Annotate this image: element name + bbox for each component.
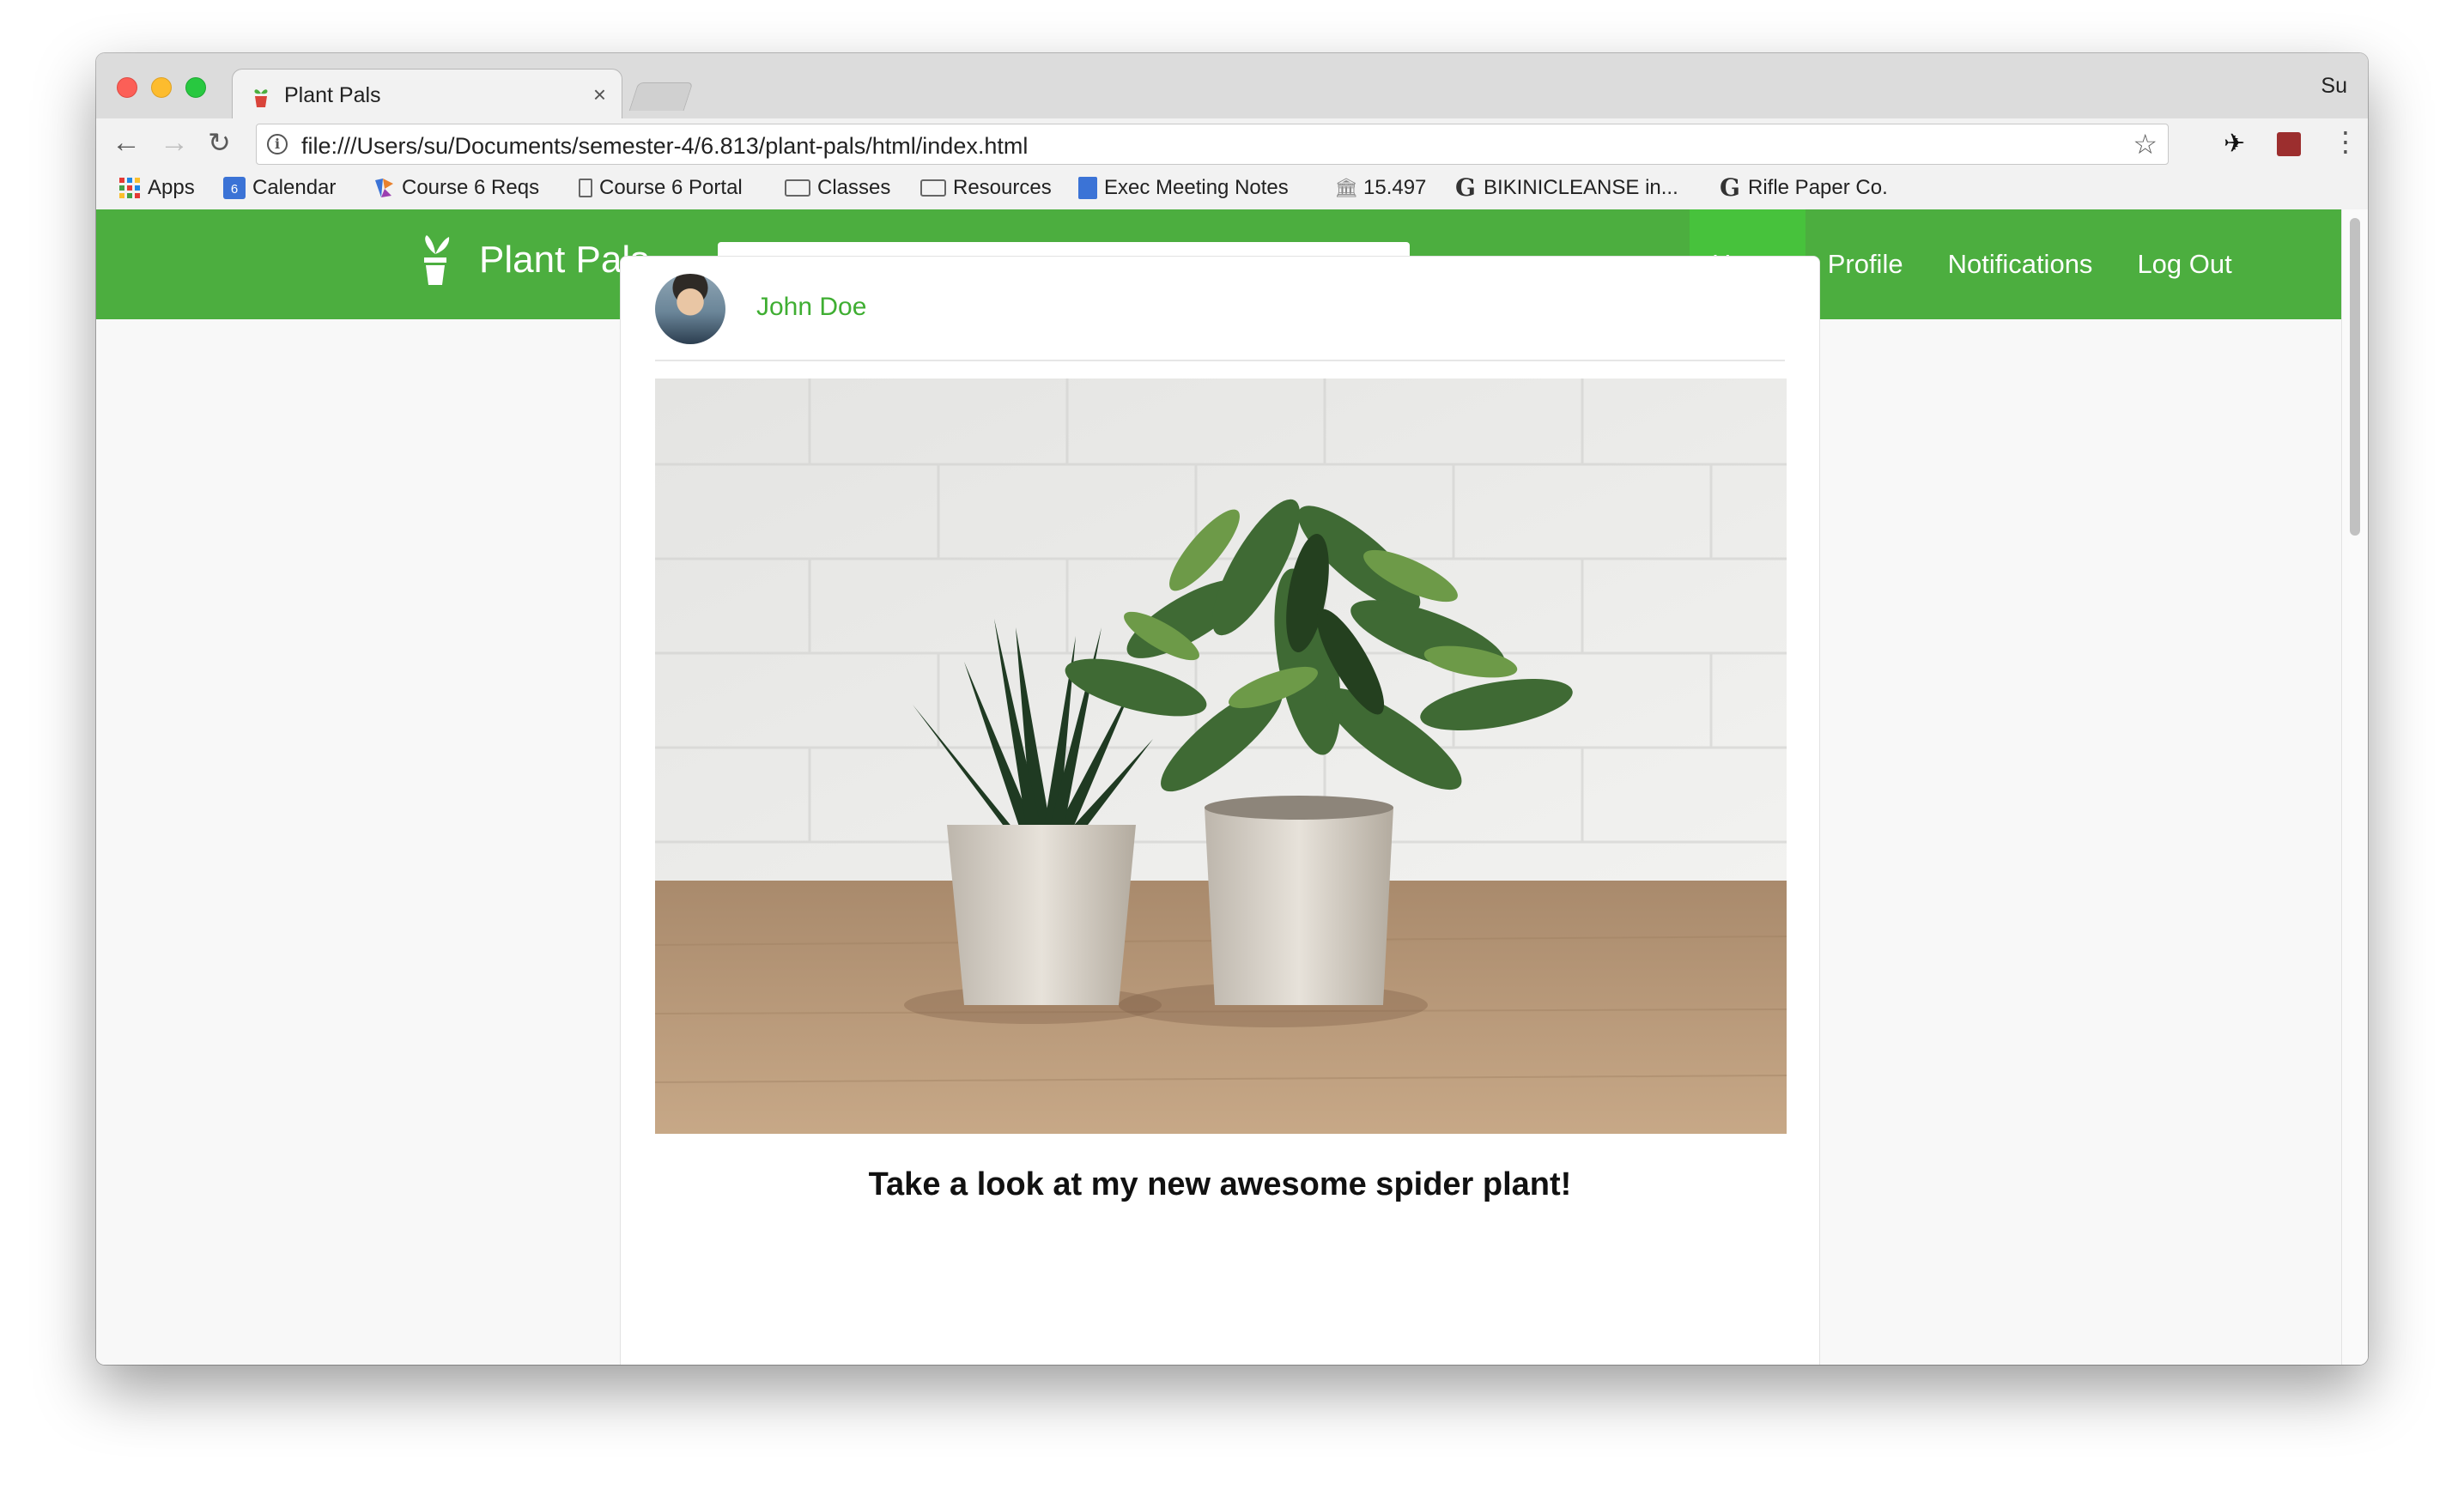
profile-name[interactable]: Su	[2321, 74, 2347, 99]
post-caption: Take a look at my new awesome spider pla…	[868, 1166, 1572, 1202]
page-scrollbar[interactable]	[2341, 209, 2368, 1365]
page-viewport: Plant Pals Home Profile Notifications Lo…	[96, 209, 2368, 1365]
extension-red-icon[interactable]	[2277, 132, 2301, 156]
bookmark-label: BIKINICLEANSE in...	[1484, 176, 1678, 199]
bookmark-resources[interactable]: Resources	[920, 176, 1052, 200]
bookmark-exec-meeting-notes[interactable]: Exec Meeting Notes	[1078, 176, 1289, 200]
zoom-window-button[interactable]	[185, 77, 206, 98]
tab-title: Plant Pals	[284, 83, 381, 107]
post-author[interactable]: John Doe	[756, 293, 866, 322]
google-g-icon: G	[1455, 173, 1476, 202]
tab-close-icon[interactable]: ×	[593, 82, 606, 108]
post-photo	[655, 379, 1787, 1134]
browser-menu-icon[interactable]: ⋮	[2332, 125, 2359, 158]
bookmark-course-6-reqs[interactable]: Course 6 Reqs	[373, 176, 539, 200]
bookmark-label: Classes	[817, 176, 891, 199]
bookmark-apps[interactable]: Apps	[118, 176, 195, 200]
puzzle-icon	[373, 177, 395, 199]
bookmark-15-497[interactable]: 🏛 15.497	[1334, 176, 1426, 200]
plant-logo-icon[interactable]	[419, 233, 452, 287]
bookmark-course-6-portal[interactable]: Course 6 Portal	[579, 176, 743, 200]
bookmark-label: Course 6 Reqs	[402, 176, 540, 199]
bookmark-label: Rifle Paper Co.	[1748, 176, 1888, 199]
post-card: John Doe Take a look at my new awesome s…	[620, 256, 1820, 1365]
bookmark-bikinicleanse[interactable]: G BIKINICLEANSE in...	[1454, 176, 1678, 200]
avatar[interactable]	[655, 274, 725, 344]
bookmark-label: Resources	[953, 176, 1052, 199]
new-tab-button[interactable]	[628, 82, 694, 111]
forward-arrow-icon[interactable]: →	[160, 125, 189, 160]
google-g-icon: G	[1720, 173, 1740, 202]
back-arrow-icon[interactable]: ←	[112, 125, 141, 160]
bookmark-label: Apps	[148, 176, 195, 199]
folder-icon	[785, 179, 810, 197]
tab-strip: Plant Pals × Su	[96, 53, 2368, 120]
reload-icon[interactable]: ↻	[208, 125, 231, 160]
apps-grid-icon	[118, 177, 141, 199]
extension-bird-icon[interactable]: ✈	[2224, 129, 2245, 159]
bank-icon: 🏛	[1334, 177, 1358, 198]
url-text[interactable]: file:///Users/su/Documents/semester-4/6.…	[301, 133, 1028, 160]
address-bar[interactable]: i file:///Users/su/Documents/semester-4/…	[256, 124, 2169, 165]
nav-notifications[interactable]: Notifications	[1926, 209, 2115, 319]
browser-toolbar: ← → ↻ i file:///Users/su/Documents/semes…	[96, 118, 2368, 167]
page-icon	[579, 179, 592, 197]
bookmarks-bar: Apps 6 Calendar Course 6 Reqs Course 6 P…	[96, 167, 2368, 210]
bookmark-label: Calendar	[252, 176, 337, 199]
nav-profile[interactable]: Profile	[1806, 209, 1926, 319]
google-doc-icon	[1078, 177, 1097, 199]
bookmark-classes[interactable]: Classes	[785, 176, 890, 200]
bookmark-label: Exec Meeting Notes	[1104, 176, 1289, 199]
calendar-icon: 6	[223, 177, 246, 199]
scrollbar-thumb[interactable]	[2350, 218, 2360, 536]
nav-log-out[interactable]: Log Out	[2115, 209, 2254, 319]
window-controls	[117, 77, 206, 98]
minimize-window-button[interactable]	[151, 77, 172, 98]
close-window-button[interactable]	[117, 77, 137, 98]
bookmark-rifle-paper-co[interactable]: G Rifle Paper Co.	[1719, 176, 1888, 200]
folder-icon	[920, 179, 946, 197]
bookmark-calendar[interactable]: 6 Calendar	[223, 176, 336, 200]
bookmark-label: 15.497	[1363, 176, 1427, 199]
info-icon[interactable]: i	[267, 134, 288, 154]
plant-favicon-icon	[254, 89, 268, 107]
divider	[655, 360, 1785, 361]
bookmark-star-icon[interactable]: ☆	[2133, 128, 2158, 160]
browser-window: Plant Pals × Su ← → ↻ i file:///Users/su…	[96, 53, 2368, 1365]
bookmark-label: Course 6 Portal	[599, 176, 743, 199]
tab-plant-pals[interactable]: Plant Pals ×	[232, 69, 622, 120]
